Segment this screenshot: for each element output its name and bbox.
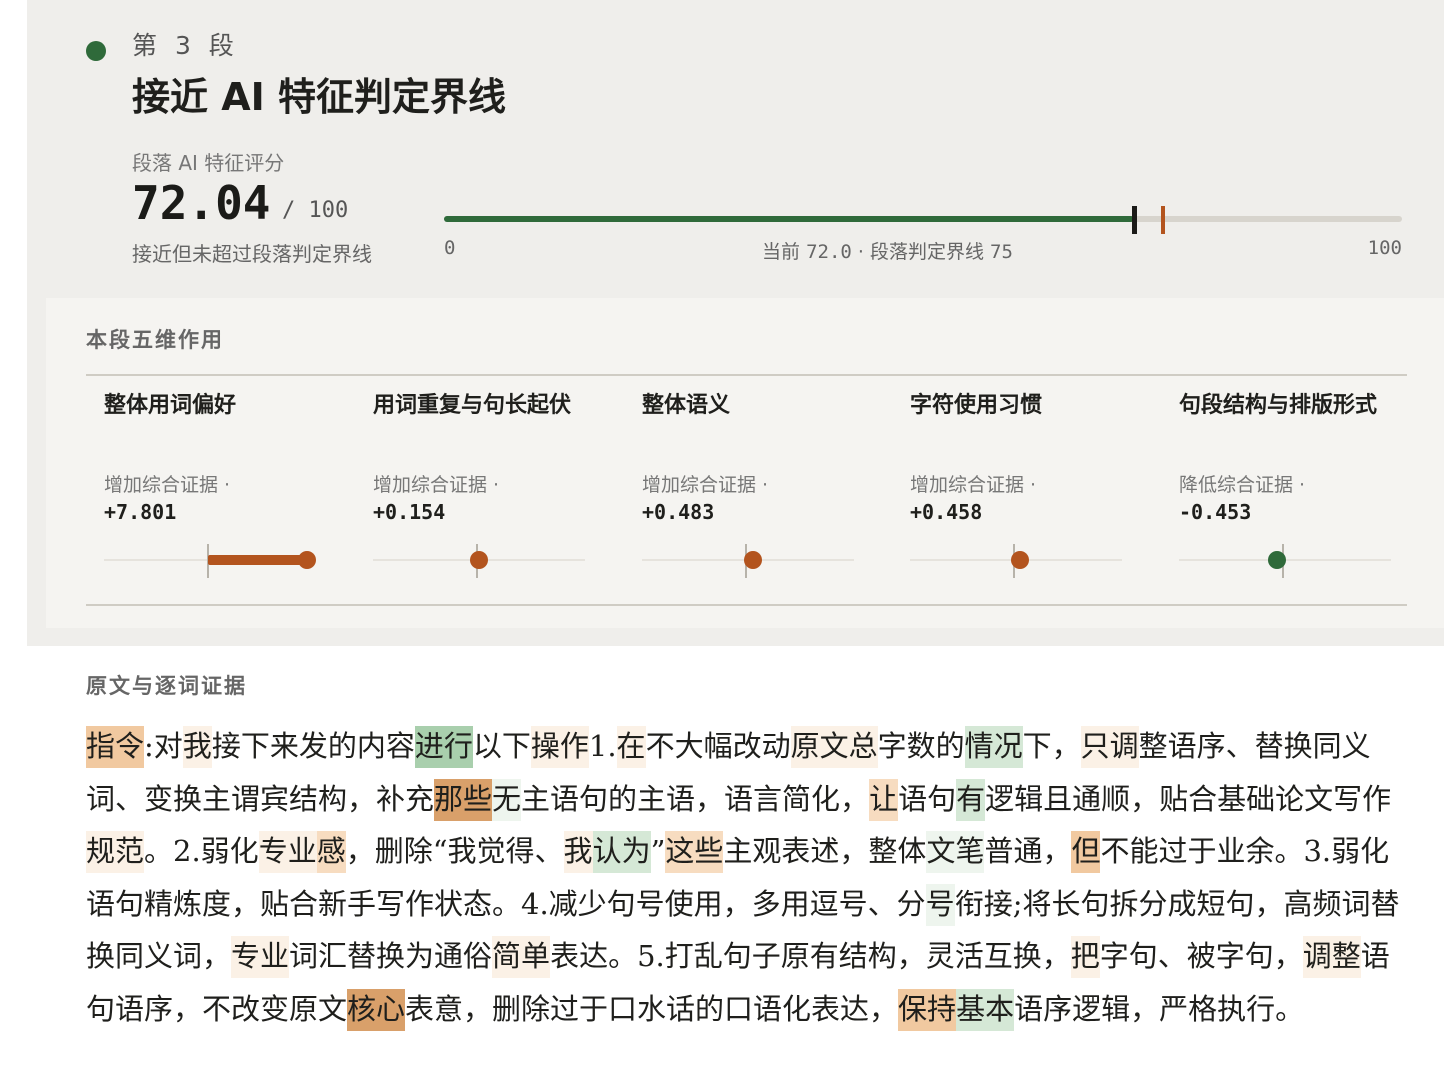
score-value: 72.04 [132, 176, 271, 230]
score-caption: 段落 AI 特征评分 [132, 151, 285, 175]
highlighted-token: 调整 [1302, 936, 1361, 978]
plain-token: 以下 [472, 729, 531, 763]
highlighted-token: 那些 [434, 778, 493, 821]
contribution-point [743, 551, 762, 569]
highlighted-token: 指令 [86, 726, 145, 768]
highlighted-token: 但 [1071, 831, 1101, 873]
dimension-card: 字符使用习惯 增加综合证据 · +0.458 [910, 390, 1122, 582]
dimension-contribution-bar [104, 542, 316, 582]
plain-token: 表达。5.打乱句子原有结构，灵活互换， [550, 939, 1071, 973]
plain-token: 词汇替换为通俗 [289, 939, 493, 973]
highlighted-token: 进行 [414, 726, 473, 768]
dimension-name: 字符使用习惯 [910, 393, 1043, 418]
dimension-effect: 降低综合证据 · [1179, 474, 1306, 496]
contribution-point [1267, 551, 1286, 569]
highlighted-token: 简单 [492, 936, 551, 978]
divider [86, 374, 1407, 376]
highlighted-token: 情况 [964, 726, 1023, 768]
highlighted-token: 专业 [231, 936, 290, 978]
plain-token: 主语句的主语，语言简化， [521, 781, 870, 816]
dimension-name: 整体用词偏好 [104, 393, 237, 418]
score-track [444, 216, 1402, 222]
dimension-contribution-bar [373, 542, 585, 582]
current-score-marker [1132, 206, 1138, 234]
plain-token: 表意，删除过于口水话的口语化表达， [405, 991, 899, 1026]
highlighted-token: 基 [956, 988, 986, 1031]
contribution-point [298, 551, 316, 569]
plain-token: 逻辑且通顺，贴合基础论文写作 [985, 781, 1392, 816]
highlighted-token: 我 [182, 726, 212, 768]
dimension-value: +7.801 [104, 500, 177, 524]
highlighted-token: 在 [616, 726, 646, 768]
highlighted-token: 操作 [530, 726, 589, 768]
dimension-effect: 增加综合证据 · [104, 474, 231, 496]
contribution-point [470, 551, 489, 569]
plain-token: 字数的 [877, 729, 965, 763]
highlighted-token: 核心 [347, 988, 406, 1031]
plain-token: 1. [588, 729, 617, 763]
dimension-value: +0.458 [910, 500, 983, 524]
highlighted-token: 原文总 [790, 726, 878, 768]
dimension-card: 整体语义 增加综合证据 · +0.483 [642, 390, 854, 582]
status-dot [86, 41, 106, 61]
dimension-value: -0.453 [1179, 500, 1252, 524]
plain-token: 主观表述，整体 [723, 834, 927, 868]
segment-title: 接近 AI 特征判定界线 [132, 75, 507, 119]
threshold-marker [1160, 206, 1165, 234]
highlighted-token: 只调 [1080, 726, 1139, 768]
highlighted-token: 这些 [665, 831, 724, 873]
track-min-label: 0 [444, 237, 456, 259]
dimension-name: 用词重复与句长起伏 [373, 393, 572, 418]
highlighted-token: 无 [492, 778, 522, 821]
evidence-title: 原文与逐词证据 [86, 674, 247, 698]
dimension-value: +0.154 [373, 500, 446, 524]
score-note: 接近但未超过段落判定界线 [132, 242, 372, 266]
score-max: / 100 [282, 198, 349, 223]
highlighted-token: 号 [925, 883, 955, 926]
plain-token: 下， [1022, 729, 1081, 763]
highlighted-token: 我 [563, 831, 593, 873]
segment-label: 第 3 段 [132, 31, 239, 60]
dimensions-title: 本段五维作用 [86, 328, 224, 352]
dimension-effect: 增加综合证据 · [373, 474, 500, 496]
highlighted-token: 让 [869, 778, 899, 821]
score-track-fill [444, 216, 1135, 222]
plain-token: 。2.弱化 [144, 834, 259, 868]
highlighted-token: 规范 [86, 831, 145, 873]
plain-token: ” [650, 834, 666, 868]
dimension-effect: 增加综合证据 · [642, 474, 769, 496]
dimension-name: 整体语义 [642, 393, 731, 418]
dimension-name: 句段结构与排版形式 [1179, 393, 1378, 418]
plain-token: :对 [144, 729, 183, 763]
plain-token: ，删除“我觉得、 [345, 834, 564, 868]
contribution-bar [208, 555, 307, 565]
plain-token: 语句 [898, 781, 957, 816]
track-max-label: 100 [1367, 237, 1402, 259]
contribution-point [1011, 551, 1030, 569]
dimension-card: 用词重复与句长起伏 增加综合证据 · +0.154 [373, 390, 585, 582]
dimension-contribution-bar [642, 542, 854, 582]
highlighted-token: 保持 [898, 988, 957, 1031]
dimension-contribution-bar [1179, 542, 1391, 582]
highlighted-token: 感 [316, 831, 346, 873]
highlighted-token: 专业 [258, 831, 317, 873]
dimension-value: +0.483 [642, 500, 715, 524]
dimension-contribution-bar [910, 542, 1122, 582]
dimension-card: 句段结构与排版形式 降低综合证据 · -0.453 [1179, 390, 1391, 582]
highlighted-token: 有 [956, 778, 986, 821]
evidence-text: 指令:对我接下来发的内容进行以下操作1.在不大幅改动原文总字数的情况下，只调整语… [86, 720, 1408, 1035]
dimension-card: 整体用词偏好 增加综合证据 · +7.801 [104, 390, 316, 582]
highlighted-token: 认为 [592, 831, 651, 873]
plain-token: 不大幅改动 [645, 729, 791, 763]
divider [86, 604, 1407, 606]
plain-token: 普通， [984, 834, 1072, 868]
highlighted-token: 文笔 [926, 831, 985, 873]
highlighted-token: 本 [985, 988, 1015, 1031]
track-current-label: 当前 72.0 · 段落判定界线 75 [762, 241, 1013, 263]
plain-token: 语序逻辑，严格执行。 [1014, 991, 1305, 1026]
highlighted-token: 把 [1070, 936, 1100, 978]
plain-token: 接下来发的内容 [211, 729, 415, 763]
dimension-effect: 增加综合证据 · [910, 474, 1037, 496]
plain-token: 字句、被字句， [1099, 939, 1303, 973]
